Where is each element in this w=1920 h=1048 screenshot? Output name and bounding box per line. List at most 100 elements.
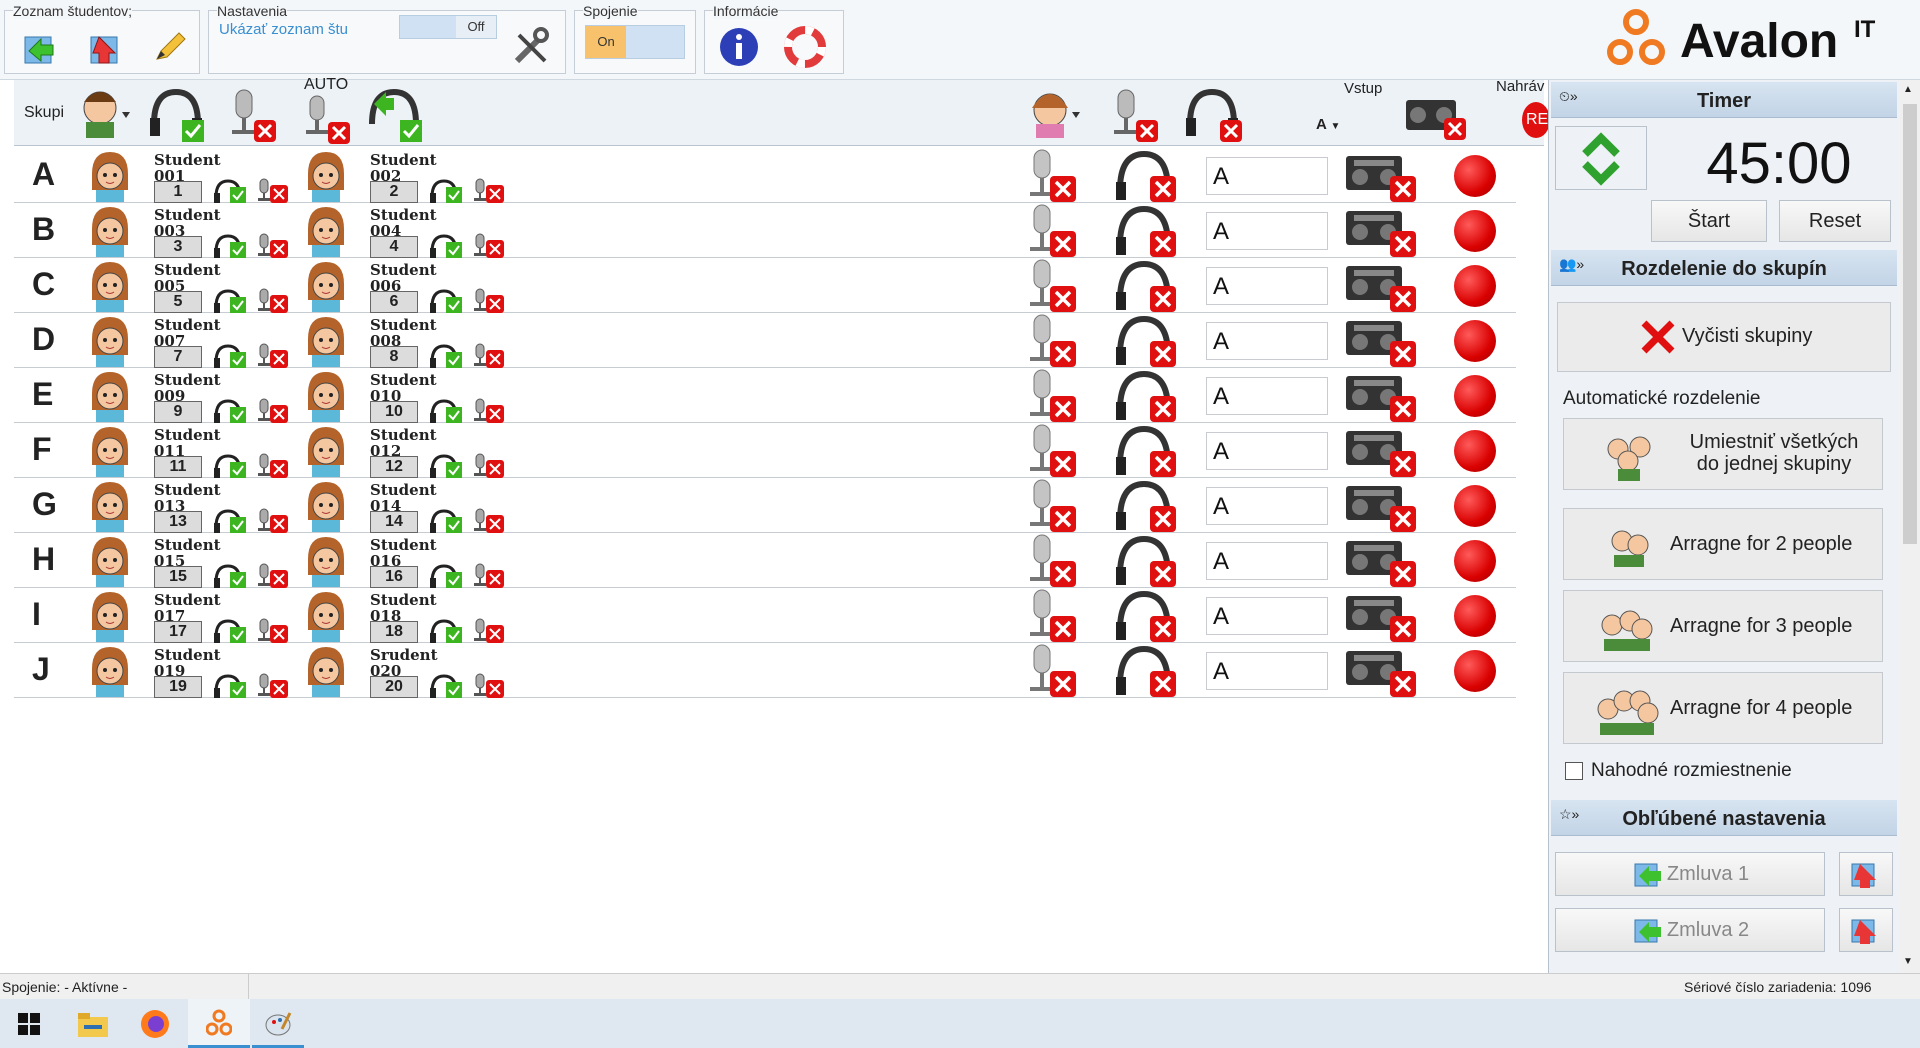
show-student-list-link[interactable]: Ukázať zoznam štu xyxy=(219,21,348,38)
student-mic-off-icon[interactable] xyxy=(470,672,506,698)
group-recorder-off-icon[interactable] xyxy=(1344,315,1418,367)
favorite-load-2-button[interactable]: Zmluva 2 xyxy=(1555,908,1825,952)
student-avatar-icon[interactable] xyxy=(88,590,132,642)
student-avatar-dropdown[interactable] xyxy=(1026,86,1084,140)
student-seat-number[interactable]: 1 xyxy=(154,181,202,203)
group-record-button[interactable] xyxy=(1454,155,1496,197)
student-headset-on-icon[interactable] xyxy=(212,177,248,203)
student-mic-off-icon[interactable] xyxy=(254,232,290,258)
student-seat-number[interactable]: 14 xyxy=(370,511,418,533)
student-mic-off-icon[interactable] xyxy=(470,287,506,313)
student-headset-on-icon[interactable] xyxy=(428,672,464,698)
student-headset-on-icon[interactable] xyxy=(212,397,248,423)
headset-transfer-icon[interactable] xyxy=(364,84,424,142)
input-selector[interactable]: A ▼ xyxy=(1316,116,1340,133)
favorite-save-1-button[interactable] xyxy=(1839,852,1893,896)
student-seat-number[interactable]: 17 xyxy=(154,621,202,643)
headphones-on-icon[interactable] xyxy=(146,84,206,142)
group-input-field[interactable]: A xyxy=(1206,212,1328,250)
group-headphones-off-icon[interactable] xyxy=(1112,423,1178,479)
group-recorder-off-icon[interactable] xyxy=(1344,260,1418,312)
group-input-field[interactable]: A xyxy=(1206,322,1328,360)
student-avatar-icon[interactable] xyxy=(304,590,348,642)
group-recorder-off-icon[interactable] xyxy=(1344,590,1418,642)
group-recorder-off-icon[interactable] xyxy=(1344,535,1418,587)
random-checkbox[interactable] xyxy=(1565,762,1583,780)
group-recorder-off-icon[interactable] xyxy=(1344,645,1418,697)
student-avatar-icon[interactable] xyxy=(88,425,132,477)
student-seat-number[interactable]: 2 xyxy=(370,181,418,203)
group-mic-off-icon[interactable] xyxy=(1022,258,1078,314)
group-record-button[interactable] xyxy=(1454,595,1496,637)
student-avatar-icon[interactable] xyxy=(304,150,348,202)
group-mic-off-icon[interactable] xyxy=(1022,423,1078,479)
student-mic-off-icon[interactable] xyxy=(254,617,290,643)
student-headset-on-icon[interactable] xyxy=(428,342,464,368)
group-input-field[interactable]: A xyxy=(1206,267,1328,305)
group-record-button[interactable] xyxy=(1454,430,1496,472)
group-mic-off-icon[interactable] xyxy=(1022,478,1078,534)
group-input-field[interactable]: A xyxy=(1206,652,1328,690)
scroll-down-icon[interactable]: ▼ xyxy=(1903,956,1913,967)
timer-reset-button[interactable]: Reset xyxy=(1779,200,1891,242)
student-seat-number[interactable]: 9 xyxy=(154,401,202,423)
student-avatar-icon[interactable] xyxy=(88,205,132,257)
student-mic-off-icon[interactable] xyxy=(254,672,290,698)
student-seat-number[interactable]: 7 xyxy=(154,346,202,368)
student-seat-number[interactable]: 19 xyxy=(154,676,202,698)
student-headset-on-icon[interactable] xyxy=(212,232,248,258)
group-record-button[interactable] xyxy=(1454,265,1496,307)
arrange-3-button[interactable]: Arragne for 3 people xyxy=(1563,590,1883,662)
arrange-4-button[interactable]: Arragne for 4 people xyxy=(1563,672,1883,744)
student-seat-number[interactable]: 15 xyxy=(154,566,202,588)
scroll-thumb[interactable] xyxy=(1903,104,1917,544)
all-headphones-off-icon[interactable] xyxy=(1182,84,1246,142)
student-seat-number[interactable]: 10 xyxy=(370,401,418,423)
student-mic-off-icon[interactable] xyxy=(254,342,290,368)
student-avatar-icon[interactable] xyxy=(304,260,348,312)
info-icon[interactable] xyxy=(717,25,761,69)
student-avatar-icon[interactable] xyxy=(304,205,348,257)
group-recorder-off-icon[interactable] xyxy=(1344,150,1418,202)
mic-off-icon[interactable] xyxy=(220,84,280,142)
teacher-avatar-dropdown[interactable] xyxy=(76,86,134,140)
group-mic-off-icon[interactable] xyxy=(1022,148,1078,204)
student-avatar-icon[interactable] xyxy=(88,535,132,587)
group-headphones-off-icon[interactable] xyxy=(1112,643,1178,699)
student-avatar-icon[interactable] xyxy=(304,480,348,532)
group-input-field[interactable]: A xyxy=(1206,157,1328,195)
student-headset-on-icon[interactable] xyxy=(212,452,248,478)
group-mic-off-icon[interactable] xyxy=(1022,313,1078,369)
student-seat-number[interactable]: 18 xyxy=(370,621,418,643)
student-seat-number[interactable]: 11 xyxy=(154,456,202,478)
student-headset-on-icon[interactable] xyxy=(212,672,248,698)
group-recorder-off-icon[interactable] xyxy=(1344,205,1418,257)
student-mic-off-icon[interactable] xyxy=(254,397,290,423)
group-record-button[interactable] xyxy=(1454,650,1496,692)
timer-up-down-icon[interactable] xyxy=(1571,128,1631,188)
student-mic-off-icon[interactable] xyxy=(254,287,290,313)
group-headphones-off-icon[interactable] xyxy=(1112,533,1178,589)
student-seat-number[interactable]: 13 xyxy=(154,511,202,533)
student-mic-off-icon[interactable] xyxy=(470,232,506,258)
import-students-icon[interactable] xyxy=(19,27,59,67)
student-avatar-icon[interactable] xyxy=(88,315,132,367)
group-headphones-off-icon[interactable] xyxy=(1112,478,1178,534)
group-input-field[interactable]: A xyxy=(1206,432,1328,470)
settings-toggle[interactable]: Off xyxy=(399,15,497,39)
group-recorder-off-icon[interactable] xyxy=(1344,480,1418,532)
group-record-button[interactable] xyxy=(1454,210,1496,252)
clear-groups-button[interactable]: Vyčisti skupiny xyxy=(1557,302,1891,372)
student-avatar-icon[interactable] xyxy=(88,150,132,202)
auto-mic-off-icon[interactable] xyxy=(294,94,354,144)
firefox-icon[interactable] xyxy=(140,1009,170,1039)
group-record-button[interactable] xyxy=(1454,485,1496,527)
student-seat-number[interactable]: 3 xyxy=(154,236,202,258)
student-avatar-icon[interactable] xyxy=(304,425,348,477)
group-recorder-off-icon[interactable] xyxy=(1344,370,1418,422)
student-avatar-icon[interactable] xyxy=(304,370,348,422)
student-mic-off-icon[interactable] xyxy=(470,397,506,423)
student-mic-off-icon[interactable] xyxy=(470,452,506,478)
panel-scrollbar[interactable]: ▲ ▼ xyxy=(1900,80,1920,973)
student-avatar-icon[interactable] xyxy=(88,260,132,312)
